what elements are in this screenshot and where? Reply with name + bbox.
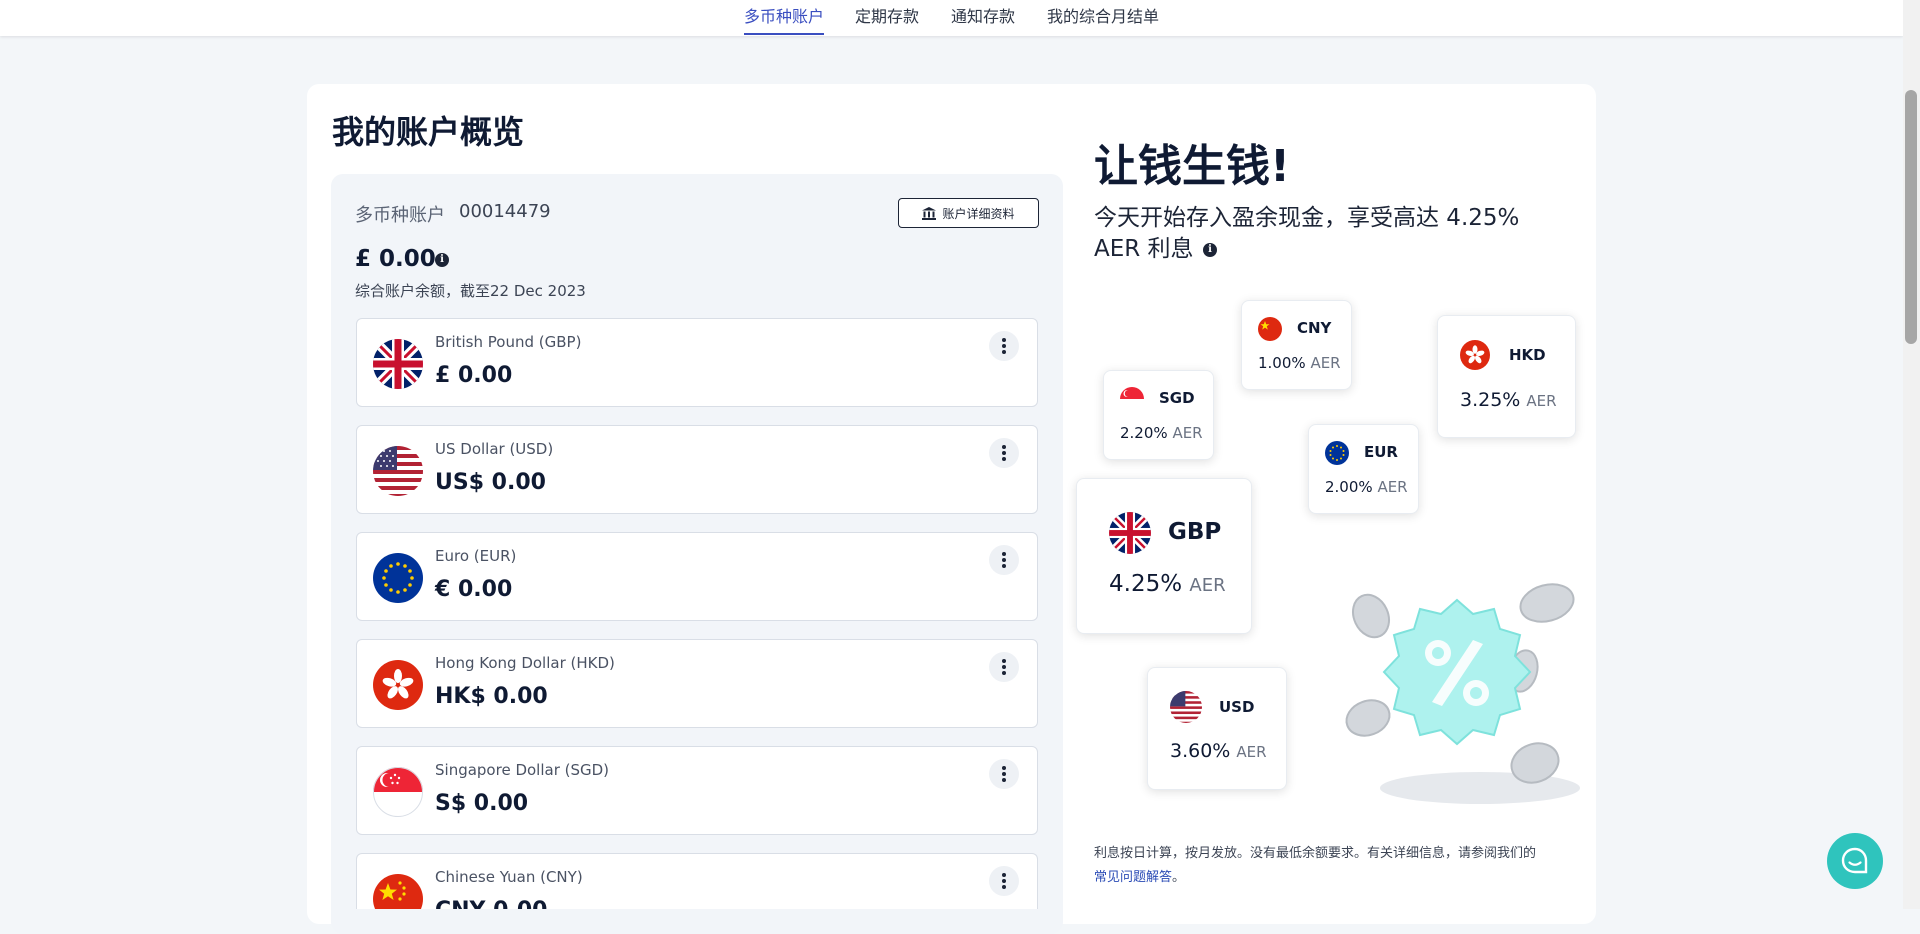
rate-card-cny: CNY 1.00% AER	[1241, 300, 1352, 390]
currency-row-gbp[interactable]: British Pound (GBP) £ 0.00	[356, 318, 1038, 407]
account-number: 00014479	[459, 201, 551, 222]
chat-bubble-icon	[1841, 847, 1868, 874]
page-title: 我的账户概览	[332, 113, 525, 151]
scrollbar-thumb[interactable]	[1905, 90, 1917, 344]
rate-unit: AER	[1310, 354, 1341, 372]
currency-amount: € 0.00	[435, 577, 513, 602]
rate-card-sgd: SGD 2.20% AER	[1103, 370, 1214, 460]
rate-card-hkd: HKD 3.25% AER	[1437, 315, 1576, 438]
currency-row-hkd[interactable]: Hong Kong Dollar (HKD) HK$ 0.00	[356, 639, 1038, 728]
kebab-menu-icon	[1002, 766, 1006, 782]
rate-value-line: 3.60% AER	[1170, 740, 1267, 762]
rate-unit: AER	[1172, 424, 1203, 442]
more-options-button[interactable]	[989, 331, 1019, 361]
rate-unit: AER	[1236, 743, 1267, 761]
more-options-button[interactable]	[989, 759, 1019, 789]
balance-note: 综合账户余额，截至22 Dec 2023	[355, 282, 586, 300]
currency-name: Hong Kong Dollar (HKD)	[435, 654, 615, 672]
rate-value: 2.00%	[1325, 478, 1373, 496]
sg-flag-icon	[373, 767, 423, 817]
uk-flag-icon	[373, 339, 423, 389]
eu-flag-icon	[373, 553, 423, 603]
footnote-text: 利息按日计算，按月发放。没有最低余额要求。有关详细信息，请参阅我们的	[1094, 846, 1537, 861]
currency-name: Chinese Yuan (CNY)	[435, 868, 583, 886]
currency-amount: HK$ 0.00	[435, 684, 548, 709]
rate-code: SGD	[1159, 389, 1195, 407]
rate-unit: AER	[1189, 575, 1226, 596]
currency-name: Euro (EUR)	[435, 547, 517, 565]
rate-code: USD	[1219, 698, 1255, 716]
currency-row-usd[interactable]: US Dollar (USD) US$ 0.00	[356, 425, 1038, 514]
rate-value-line: 2.00% AER	[1325, 478, 1408, 496]
currency-row-sgd[interactable]: Singapore Dollar (SGD) S$ 0.00	[356, 746, 1038, 835]
eu-flag-icon	[1325, 441, 1349, 465]
account-details-button[interactable]: 账户详细资料	[898, 198, 1039, 228]
account-details-label: 账户详细资料	[942, 206, 1015, 221]
rate-card-usd: USD 3.60% AER	[1147, 667, 1287, 790]
bank-icon	[922, 206, 937, 220]
kebab-menu-icon	[1002, 445, 1006, 461]
rate-value: 2.20%	[1120, 424, 1168, 442]
currency-amount: S$ 0.00	[435, 791, 529, 816]
rate-card-gbp: GBP 4.25% AER	[1076, 478, 1252, 634]
hk-flag-icon	[373, 660, 423, 710]
uk-flag-icon	[1109, 512, 1151, 554]
faq-link[interactable]: 常见问题解答	[1094, 870, 1172, 885]
rate-value: 1.00%	[1258, 354, 1306, 372]
currency-row-eur[interactable]: Euro (EUR) € 0.00	[356, 532, 1038, 621]
percent-coins-illustration	[1345, 583, 1580, 804]
tab-notice-deposit[interactable]: 通知存款	[951, 3, 1015, 33]
rate-unit: AER	[1377, 478, 1408, 496]
cn-flag-icon	[1258, 317, 1282, 341]
rate-value-line: 3.25% AER	[1460, 389, 1557, 411]
rate-value: 3.25%	[1460, 389, 1521, 411]
currency-amount: US$ 0.00	[435, 470, 546, 495]
rate-unit: AER	[1526, 392, 1557, 410]
more-options-button[interactable]	[989, 545, 1019, 575]
currency-name: US Dollar (USD)	[435, 440, 554, 458]
promo-headline: 让钱生钱!	[1094, 141, 1291, 192]
tab-monthly-statement[interactable]: 我的综合月结单	[1047, 3, 1159, 33]
currency-name: Singapore Dollar (SGD)	[435, 761, 610, 779]
more-options-button[interactable]	[989, 438, 1019, 468]
info-icon[interactable]: i	[1203, 243, 1217, 257]
kebab-menu-icon	[1002, 338, 1006, 354]
rate-code: CNY	[1297, 319, 1332, 337]
rate-value: 4.25%	[1109, 571, 1183, 597]
total-balance: £ 0.00	[355, 246, 436, 272]
hk-flag-icon	[1460, 340, 1490, 370]
currency-amount: CNY 0.00	[435, 898, 547, 909]
rate-code: HKD	[1509, 346, 1546, 364]
tab-multi-currency-account[interactable]: 多币种账户	[744, 3, 825, 35]
kebab-menu-icon	[1002, 552, 1006, 568]
chat-button[interactable]	[1827, 833, 1883, 889]
interest-footnote: 利息按日计算，按月发放。没有最低余额要求。有关详细信息，请参阅我们的 常见问题解…	[1094, 842, 1574, 890]
cn-flag-icon	[373, 874, 423, 909]
currency-name: British Pound (GBP)	[435, 333, 582, 351]
tab-fixed-deposit[interactable]: 定期存款	[855, 3, 919, 33]
rate-value: 3.60%	[1170, 740, 1231, 762]
currency-row-cny[interactable]: Chinese Yuan (CNY) CNY 0.00	[356, 853, 1038, 909]
kebab-menu-icon	[1002, 659, 1006, 675]
rate-code: GBP	[1168, 519, 1222, 545]
rate-code: EUR	[1364, 443, 1398, 461]
rate-card-eur: EUR 2.00% AER	[1308, 424, 1419, 514]
info-icon[interactable]: i	[435, 253, 449, 267]
rate-value-line: 4.25% AER	[1109, 571, 1226, 597]
rate-value-line: 1.00% AER	[1258, 354, 1341, 372]
currency-amount: £ 0.00	[435, 363, 513, 388]
footnote-period: 。	[1172, 870, 1186, 885]
more-options-button[interactable]	[989, 866, 1019, 896]
more-options-button[interactable]	[989, 652, 1019, 682]
kebab-menu-icon	[1002, 873, 1006, 889]
promo-subtitle: 今天开始存入盈余现金，享受高达 4.25% AER 利息	[1094, 205, 1520, 262]
us-flag-icon	[373, 446, 423, 496]
us-flag-icon	[1170, 691, 1202, 723]
rate-value-line: 2.20% AER	[1120, 424, 1203, 442]
top-navigation: 多币种账户 定期存款 通知存款 我的综合月结单	[0, 0, 1903, 36]
sg-flag-icon	[1120, 387, 1144, 411]
account-name: 多币种账户	[355, 205, 445, 226]
